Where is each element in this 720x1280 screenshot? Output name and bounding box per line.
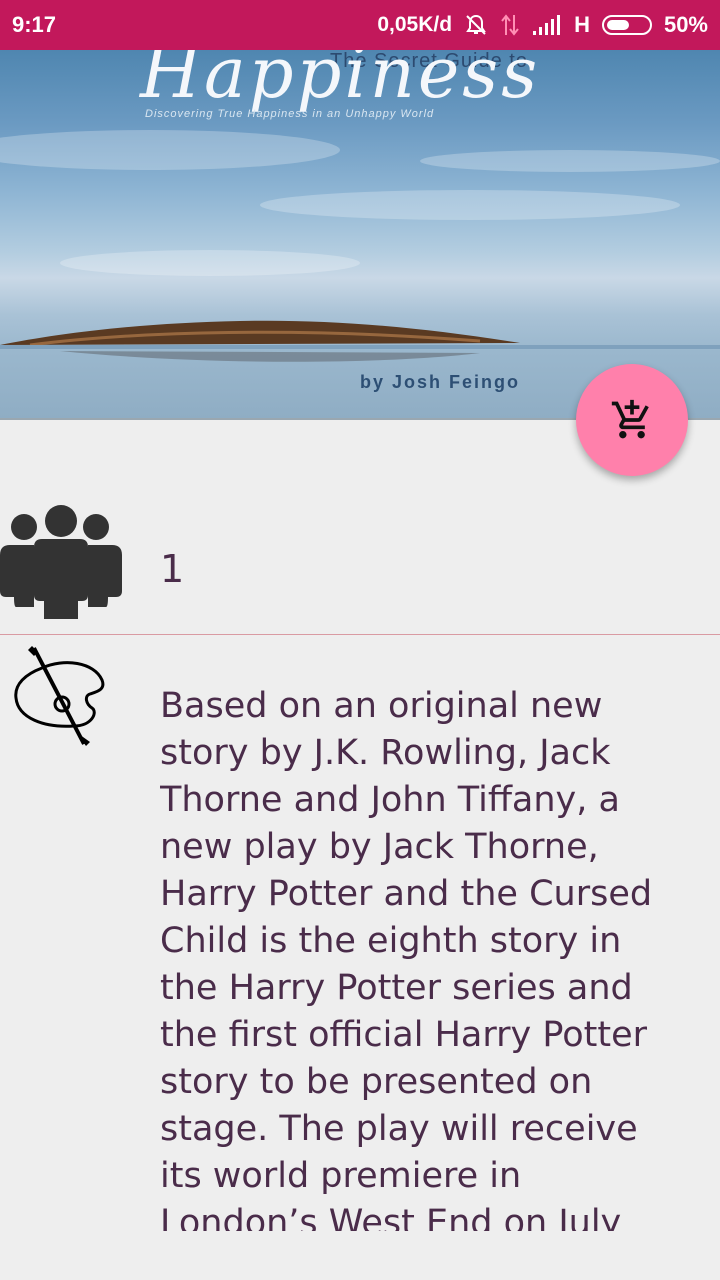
book-description: Based on an original new story by J.K. R…	[160, 686, 653, 1231]
count-value: 1	[160, 547, 185, 591]
signal-icon	[533, 15, 561, 35]
status-bar: 9:17 0,05K/d H 50%	[0, 0, 720, 50]
cover-tagline: Discovering True Happiness in an Unhappy…	[145, 108, 435, 120]
battery-level: 50%	[663, 12, 708, 37]
mute-icon	[466, 14, 486, 35]
network-speed: 0,05K/d	[377, 13, 453, 36]
battery-icon	[601, 15, 652, 35]
data-arrows-icon	[501, 14, 519, 36]
book-cover-image: The Secret Guide to Happiness Discoverin…	[0, 50, 720, 420]
add-shopping-cart-icon	[611, 399, 649, 439]
palette-brush-icon	[14, 646, 105, 746]
divider	[0, 634, 720, 635]
cover-title: Happiness	[140, 50, 541, 114]
add-to-cart-button[interactable]	[576, 364, 688, 476]
network-type: H	[574, 12, 590, 37]
status-time: 9:17	[12, 12, 57, 37]
status-indicators: 0,05K/d H 50%	[365, 12, 708, 38]
cover-author: by Josh Feingo	[360, 372, 521, 392]
island-image	[0, 320, 720, 362]
people-group-icon	[0, 505, 122, 619]
